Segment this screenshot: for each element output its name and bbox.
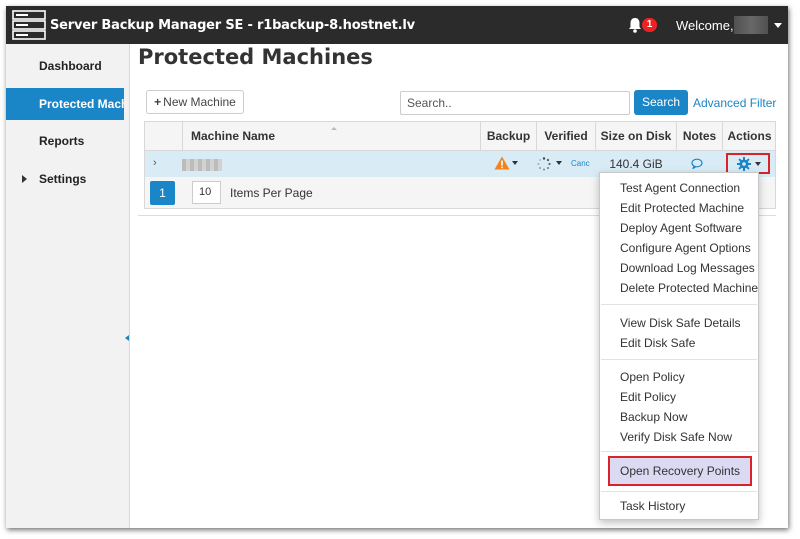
backup-caret-down-icon[interactable] (512, 161, 518, 165)
menu-item-backup-now[interactable]: Backup Now (620, 410, 687, 424)
pagination-page-1[interactable]: 1 (150, 181, 175, 205)
search-input[interactable] (400, 91, 630, 115)
menu-item-open-recovery-points[interactable]: Open Recovery Points (620, 464, 740, 478)
sidebar-item-reports[interactable]: Reports (6, 125, 124, 157)
chevron-right-icon[interactable]: › (153, 157, 157, 169)
top-bar: Server Backup Manager SE - r1backup-8.ho… (6, 6, 788, 44)
menu-item-download-log-messages[interactable]: Download Log Messages (620, 261, 755, 275)
items-per-page-label: Items Per Page (230, 186, 313, 200)
notification-badge[interactable]: 1 (642, 18, 657, 32)
collapse-arrow-icon[interactable] (125, 335, 129, 341)
sidebar-item-label: Dashboard (39, 59, 102, 73)
actions-menu: Test Agent Connection Edit Protected Mac… (599, 172, 759, 520)
column-header-verified[interactable]: Verified (536, 122, 595, 150)
sidebar-item-settings[interactable]: Settings (6, 163, 124, 195)
cancel-link[interactable]: Canc (571, 159, 590, 168)
app-title: Server Backup Manager SE - r1backup-8.ho… (50, 18, 415, 33)
menu-item-task-history[interactable]: Task History (620, 499, 685, 513)
column-header-notes[interactable]: Notes (676, 122, 722, 150)
sidebar-item-label: Protected Mach (39, 97, 124, 111)
plus-icon: + (154, 95, 162, 109)
items-per-page-input[interactable]: 10 (192, 181, 221, 204)
table-header: Machine Name Backup Verified Size on Dis… (144, 121, 776, 151)
gear-icon (737, 157, 751, 171)
chevron-right-icon (22, 175, 27, 183)
bell-icon[interactable] (628, 17, 642, 33)
menu-item-configure-agent-options[interactable]: Configure Agent Options (620, 241, 751, 255)
warning-icon[interactable] (494, 156, 510, 170)
verified-caret-down-icon[interactable] (556, 161, 562, 165)
sidebar-item-label: Settings (39, 172, 87, 186)
spinner-icon[interactable] (537, 157, 551, 171)
sidebar-item-protected-machines[interactable]: Protected Mach (6, 88, 124, 120)
machine-name-redacted[interactable] (182, 159, 222, 171)
column-header-size-on-disk[interactable]: Size on Disk (595, 122, 676, 150)
column-header-backup[interactable]: Backup (480, 122, 536, 150)
sidebar-item-dashboard[interactable]: Dashboard (6, 50, 124, 82)
sort-arrow-icon (331, 127, 337, 130)
size-on-disk-value: 140.4 GiB (609, 157, 663, 171)
menu-item-open-policy[interactable]: Open Policy (620, 370, 685, 384)
menu-item-view-disk-safe-details[interactable]: View Disk Safe Details (620, 316, 741, 330)
actions-caret-down-icon (755, 162, 761, 166)
menu-item-deploy-agent-software[interactable]: Deploy Agent Software (620, 221, 742, 235)
sidebar-item-label: Reports (39, 134, 85, 148)
sidebar: Dashboard Protected Mach Reports Setting… (6, 44, 130, 528)
menu-divider (601, 304, 757, 305)
advanced-filter-link[interactable]: Advanced Filter (693, 96, 776, 110)
menu-item-verify-disk-safe-now[interactable]: Verify Disk Safe Now (620, 430, 732, 444)
user-menu-caret-down-icon[interactable] (774, 23, 782, 28)
menu-divider (601, 359, 757, 360)
speech-bubble-icon[interactable] (691, 158, 703, 169)
new-machine-button[interactable]: + New Machine (146, 90, 244, 114)
menu-item-delete-protected-machine[interactable]: Delete Protected Machine (620, 281, 758, 295)
welcome-text: Welcome, (676, 18, 734, 33)
new-machine-label: New Machine (163, 95, 236, 109)
menu-divider (601, 451, 757, 452)
menu-item-edit-protected-machine[interactable]: Edit Protected Machine (620, 201, 744, 215)
menu-item-test-agent-connection[interactable]: Test Agent Connection (620, 181, 740, 195)
menu-item-edit-disk-safe[interactable]: Edit Disk Safe (620, 336, 695, 350)
server-logo-icon[interactable] (12, 10, 46, 40)
actions-dropdown-button[interactable] (726, 153, 770, 174)
menu-divider (601, 491, 757, 492)
menu-item-edit-policy[interactable]: Edit Policy (620, 390, 676, 404)
username-redacted[interactable] (734, 16, 768, 34)
column-header-actions[interactable]: Actions (722, 122, 776, 150)
search-button[interactable]: Search (634, 90, 688, 115)
page-title: Protected Machines (138, 45, 373, 69)
